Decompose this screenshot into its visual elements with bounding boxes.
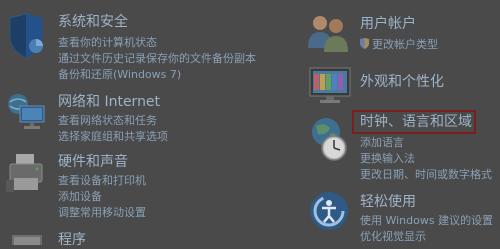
control-panel: 系统和安全 查看你的计算机状态 通过文件历史记录保存你的文件备份副本 备份和还原… (0, 0, 500, 248)
link-add-device[interactable]: 添加设备 (58, 190, 102, 203)
link-homegroup-sharing[interactable]: 选择家庭组和共享选项 (58, 130, 168, 143)
link-change-account-type[interactable]: 更改帐户类型 (360, 38, 438, 51)
link-file-history-backup[interactable]: 通过文件历史记录保存你的文件备份副本 (58, 52, 256, 65)
link-change-date-time-format[interactable]: 更改日期、时间或数字格式 (360, 168, 492, 181)
clock-globe-icon[interactable] (306, 114, 350, 162)
category-title-system-security[interactable]: 系统和安全 (58, 14, 128, 30)
link-mobility-settings[interactable]: 调整常用移动设置 (58, 206, 146, 219)
category-title-programs[interactable]: 程序 (58, 232, 86, 248)
link-optimize-visual-display[interactable]: 优化视觉显示 (360, 230, 426, 243)
link-change-account-type-label: 更改帐户类型 (372, 38, 438, 51)
category-title-clock-language-region[interactable]: 时钟、语言和区域 (360, 114, 472, 130)
link-add-language[interactable]: 添加语言 (360, 136, 404, 149)
category-title-hardware-sound[interactable]: 硬件和声音 (58, 154, 128, 170)
link-view-computer-status[interactable]: 查看你的计算机状态 (58, 36, 157, 49)
category-title-network[interactable]: 网络和 Internet (58, 94, 160, 110)
category-title-user-accounts[interactable]: 用户帐户 (360, 16, 416, 32)
uac-shield-icon (360, 38, 369, 49)
users-icon[interactable] (306, 12, 350, 54)
display-icon[interactable] (308, 66, 352, 106)
link-windows-recommended-settings[interactable]: 使用 Windows 建议的设置 (360, 214, 493, 227)
accessibility-icon[interactable] (308, 190, 350, 232)
network-icon[interactable] (4, 90, 48, 134)
printer-icon[interactable] (4, 150, 48, 194)
link-backup-restore[interactable]: 备份和还原(Windows 7) (58, 68, 181, 81)
programs-icon[interactable] (10, 230, 46, 245)
link-change-input-method[interactable]: 更换输入法 (360, 152, 415, 165)
category-title-ease-of-access[interactable]: 轻松使用 (360, 194, 416, 210)
category-title-appearance[interactable]: 外观和个性化 (360, 74, 444, 90)
link-network-status[interactable]: 查看网络状态和任务 (58, 114, 157, 127)
shield-icon[interactable] (6, 12, 46, 60)
link-devices-printers[interactable]: 查看设备和打印机 (58, 174, 146, 187)
